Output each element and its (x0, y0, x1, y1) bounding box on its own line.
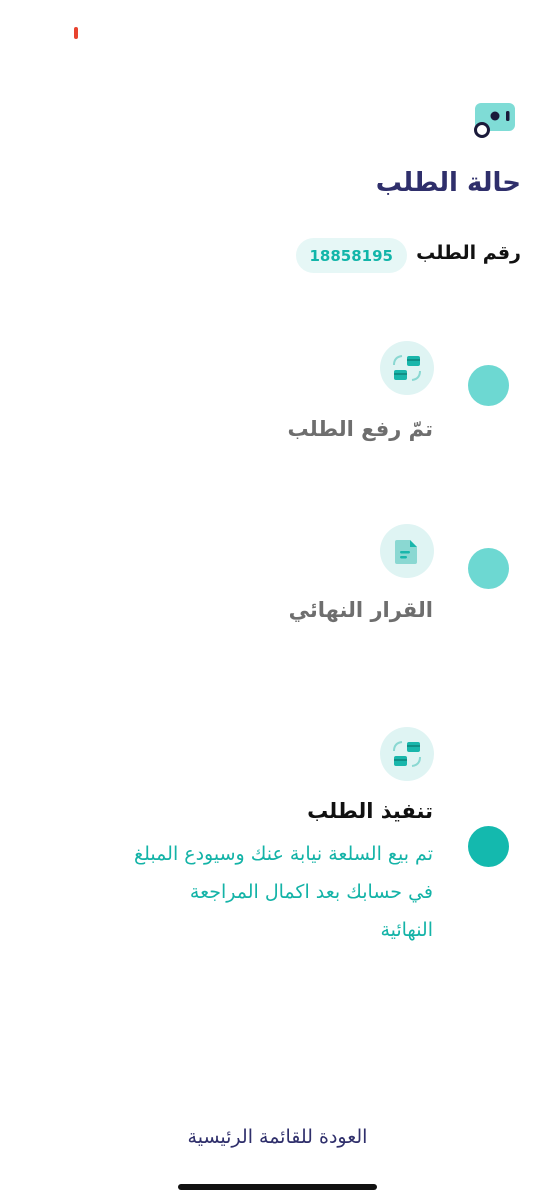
home-indicator[interactable] (178, 1184, 377, 1190)
page-title: حالة الطلب (375, 168, 521, 198)
swap-cards-icon (380, 727, 434, 781)
step-2-status-dot (468, 548, 509, 589)
document-icon (380, 524, 434, 578)
order-number-label: رقم الطلب (416, 242, 521, 264)
step-3-description: تم بيع السلعة نيابة عنك وسيودع المبلغ في… (134, 843, 433, 941)
wallet-icon (473, 102, 517, 140)
step-3-title: تنفيذ الطلب (307, 799, 433, 823)
swap-cards-icon (380, 341, 434, 395)
step-2-title: القرار النهائي (288, 598, 433, 622)
step-1-status-dot (468, 365, 509, 406)
back-to-main-menu-link[interactable]: العودة للقائمة الرئيسية (0, 1126, 555, 1148)
status-bar-indicator (74, 27, 78, 39)
step-1-title: تمّ رفع الطلب (287, 417, 433, 441)
order-number-badge: 18858195 (295, 238, 407, 273)
step-3-status-dot (468, 826, 509, 867)
